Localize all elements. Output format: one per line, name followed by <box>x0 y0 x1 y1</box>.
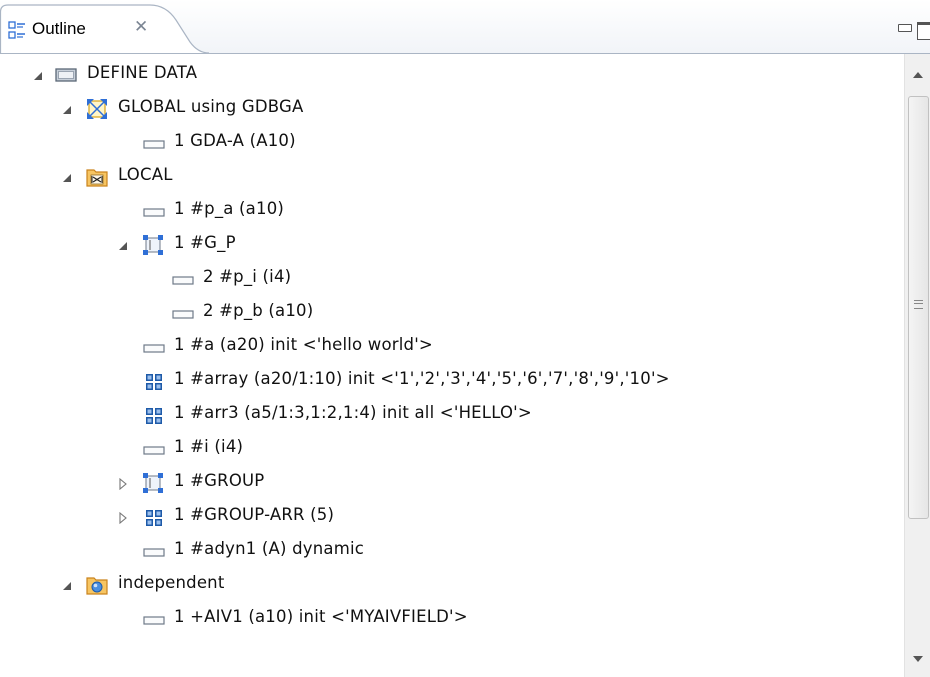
tree-row-label: LOCAL <box>118 165 173 184</box>
independent-folder-icon <box>85 573 108 595</box>
tree-row-field[interactable]: 1 #i (i4) <box>0 432 900 466</box>
scroll-down-arrow-icon[interactable] <box>913 656 923 662</box>
outline-icon <box>8 21 26 39</box>
tree-row-label: 1 #GROUP-ARR (5) <box>174 505 335 524</box>
tree-row-label: 1 #G_P <box>174 233 236 252</box>
tree-row-label: 1 #i (i4) <box>174 437 244 456</box>
local-data-folder-icon <box>85 165 108 187</box>
array-icon <box>143 507 165 529</box>
tree-row-label: 2 #p_i (i4) <box>203 267 292 286</box>
tree-row-label: independent <box>118 573 225 592</box>
tree-row-label: 1 #GROUP <box>174 471 265 490</box>
expanded-twisty-icon[interactable] <box>61 104 73 116</box>
field-icon <box>143 134 165 156</box>
expanded-twisty-icon[interactable] <box>117 240 129 252</box>
collapsed-twisty-icon[interactable] <box>117 478 129 490</box>
tree-row-label: DEFINE DATA <box>87 63 198 82</box>
tree-row-group[interactable]: 1 #GROUP <box>0 466 900 500</box>
tree-row-field[interactable]: 1 #p_a (a10) <box>0 194 900 228</box>
tree-row-array[interactable]: 1 #GROUP-ARR (5) <box>0 500 900 534</box>
tree-row-array[interactable]: 1 #arr3 (a5/1:3,1:2,1:4) init all <'HELL… <box>0 398 900 432</box>
field-icon <box>172 270 194 292</box>
expanded-twisty-icon[interactable] <box>61 580 73 592</box>
scrollbar-grip-icon <box>914 300 923 309</box>
group-icon <box>142 472 164 494</box>
tab-label: Outline <box>32 19 86 38</box>
tree-row-define-data[interactable]: DEFINE DATA <box>0 58 900 92</box>
tree-row-label: 2 #p_b (a10) <box>203 301 314 320</box>
tree-row-label: 1 +AIV1 (a10) init <'MYAIVFIELD'> <box>174 607 468 626</box>
field-icon <box>143 440 165 462</box>
tree-row-field[interactable]: 1 #a (a20) init <'hello world'> <box>0 330 900 364</box>
maximize-button[interactable] <box>917 22 930 40</box>
field-icon <box>143 338 165 360</box>
group-icon <box>142 234 164 256</box>
tree-row-field[interactable]: 2 #p_b (a10) <box>0 296 900 330</box>
tab-outline[interactable]: Outline ✕ <box>0 0 209 54</box>
tree-row-field[interactable]: 1 GDA-A (A10) <box>0 126 900 160</box>
define-data-icon <box>55 64 77 86</box>
field-icon <box>172 304 194 326</box>
tree-row-global[interactable]: GLOBAL using GDBGA <box>0 92 900 126</box>
tree-row-local[interactable]: LOCAL <box>0 160 900 194</box>
tree-row-field[interactable]: 1 +AIV1 (a10) init <'MYAIVFIELD'> <box>0 602 900 636</box>
tree-row-label: 1 #array (a20/1:10) init <'1','2','3','4… <box>174 369 670 388</box>
field-icon <box>143 542 165 564</box>
outline-view: Outline ✕ DEFINE DATA GLOBAL using GDBGA… <box>0 0 930 677</box>
global-data-area-icon <box>85 97 107 119</box>
field-icon <box>143 610 165 632</box>
scrollbar-thumb[interactable] <box>908 96 929 519</box>
tree-row-group[interactable]: 1 #G_P <box>0 228 900 262</box>
vertical-scrollbar[interactable] <box>904 54 930 677</box>
tree-row-label: 1 #arr3 (a5/1:3,1:2,1:4) init all <'HELL… <box>174 403 532 422</box>
tree-row-independent[interactable]: independent <box>0 568 900 602</box>
scroll-up-arrow-icon[interactable] <box>913 72 923 78</box>
array-icon <box>143 405 165 427</box>
minimize-button[interactable] <box>898 24 912 32</box>
tree-row-field[interactable]: 1 #adyn1 (A) dynamic <box>0 534 900 568</box>
array-icon <box>143 371 165 393</box>
expanded-twisty-icon[interactable] <box>32 70 44 82</box>
tree-row-label: 1 #a (a20) init <'hello world'> <box>174 335 433 354</box>
outline-tree: DEFINE DATA GLOBAL using GDBGA 1 GDA-A (… <box>0 54 904 677</box>
collapsed-twisty-icon[interactable] <box>117 512 129 524</box>
tree-row-label: 1 GDA-A (A10) <box>174 131 296 150</box>
field-icon <box>143 202 165 224</box>
close-icon[interactable]: ✕ <box>134 17 148 37</box>
tree-row-label: 1 #p_a (a10) <box>174 199 285 218</box>
tree-row-label: GLOBAL using GDBGA <box>118 97 304 116</box>
tree-row-label: 1 #adyn1 (A) dynamic <box>174 539 365 558</box>
tree-row-field[interactable]: 2 #p_i (i4) <box>0 262 900 296</box>
tree-row-array[interactable]: 1 #array (a20/1:10) init <'1','2','3','4… <box>0 364 900 398</box>
expanded-twisty-icon[interactable] <box>61 172 73 184</box>
